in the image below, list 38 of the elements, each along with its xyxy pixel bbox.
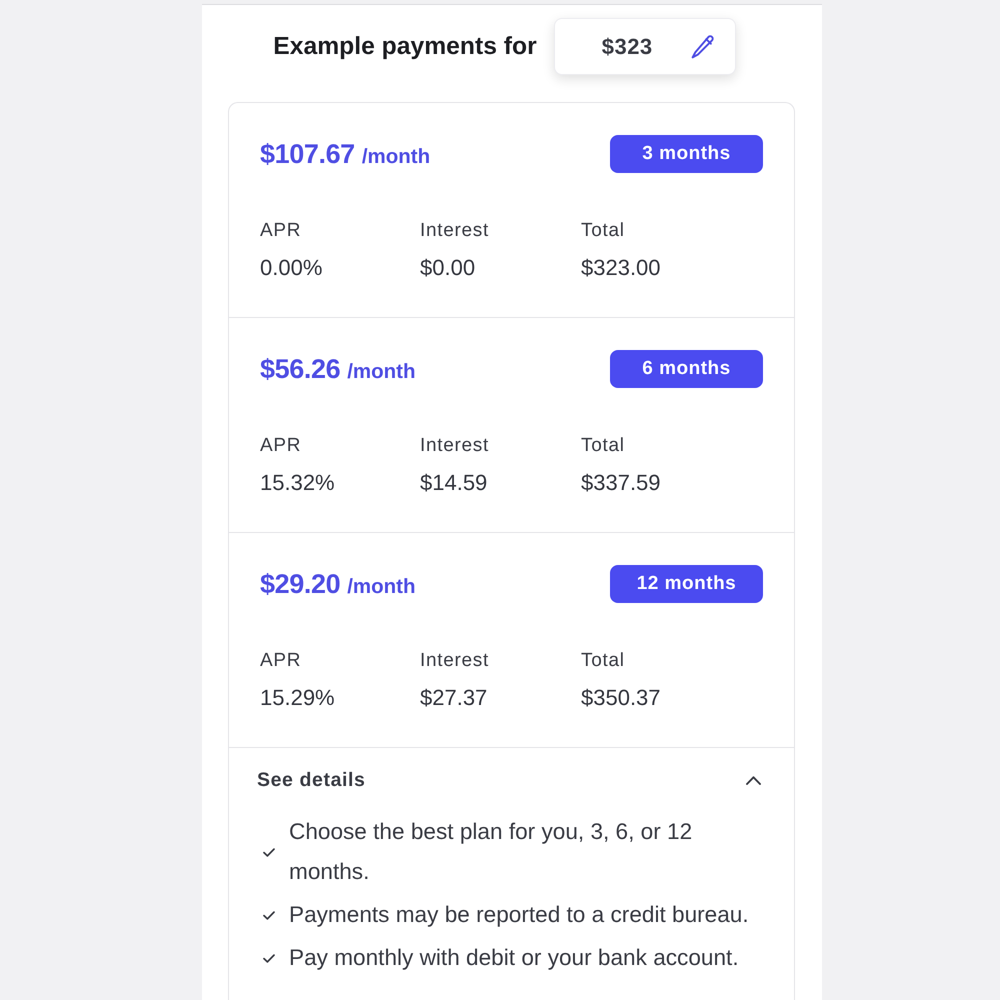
- detail-item: Pay monthly with debit or your bank account.: [289, 944, 740, 972]
- check-icon: [263, 910, 275, 920]
- stat-label: Total: [581, 434, 625, 458]
- stat-value: $0.00: [420, 254, 476, 282]
- detail-item: Choose the best plan for you, 3, 6, or 12 months.: [289, 818, 694, 886]
- stat-value: $323.00: [581, 254, 661, 282]
- term-badge: 12 months: [610, 565, 763, 603]
- stat-value: 15.29%: [260, 684, 335, 712]
- stat-value: $350.37: [581, 684, 661, 712]
- stat-value: $27.37: [420, 684, 488, 712]
- stat-value: $337.59: [581, 469, 661, 497]
- term-badge: 6 months: [610, 350, 763, 388]
- stat-value: $14.59: [420, 469, 488, 497]
- price-period: /month: [347, 574, 416, 598]
- check-icon: [263, 848, 275, 856]
- stat-label: Interest: [420, 649, 489, 673]
- stat-label: Interest: [420, 219, 489, 243]
- stat-label: APR: [260, 219, 302, 243]
- stat-value: 0.00%: [260, 254, 322, 282]
- amount-field[interactable]: $323: [554, 18, 736, 75]
- check-icon: [263, 954, 275, 962]
- pencil-icon[interactable]: [690, 34, 715, 58]
- price-period: /month: [347, 360, 416, 384]
- stat-label: APR: [260, 649, 302, 673]
- price-period: /month: [362, 144, 430, 168]
- monthly-price: $29.20: [260, 568, 340, 600]
- term-badge: 3 months: [610, 135, 763, 173]
- section-title: Example payments for: [273, 32, 537, 62]
- chevron-up-icon[interactable]: [746, 776, 761, 784]
- monthly-price: $56.26: [260, 354, 340, 384]
- detail-item: Payments may be reported to a credit bureau.: [289, 901, 750, 929]
- monthly-price: $107.67: [260, 138, 355, 170]
- details-toggle[interactable]: See details: [257, 769, 761, 791]
- stat-label: Interest: [420, 434, 489, 458]
- stat-label: Total: [581, 219, 625, 243]
- stat-label: Total: [581, 649, 625, 673]
- stat-value: 15.32%: [260, 469, 335, 497]
- stat-label: APR: [260, 434, 302, 458]
